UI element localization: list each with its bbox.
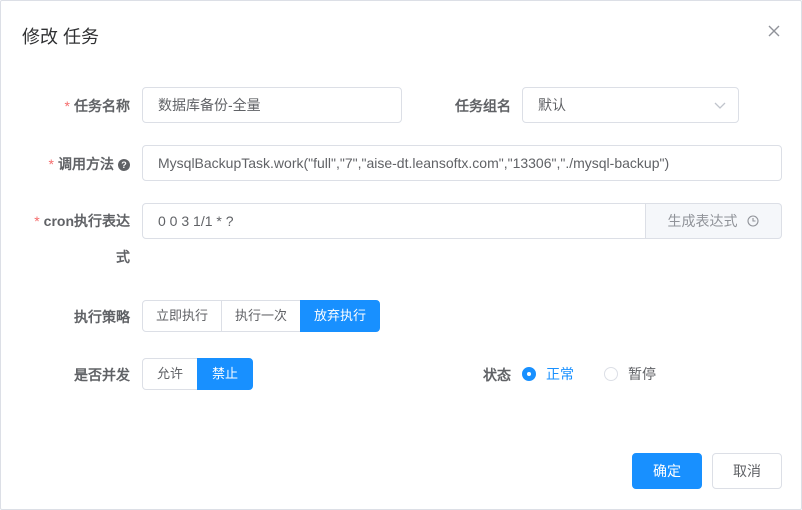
radio-circle <box>604 367 618 381</box>
dialog-title: 修改 任务 <box>22 27 100 47</box>
job-name-label-text: 任务名称 <box>74 98 130 114</box>
cron-label-line2: 式 <box>116 249 130 265</box>
concurrent-option-allow[interactable]: 允许 <box>142 358 198 390</box>
cancel-button[interactable]: 取消 <box>712 453 782 489</box>
cron-expression-input[interactable]: 0 0 3 1/1 * ? <box>142 203 646 239</box>
concurrent-label: 是否并发 <box>74 367 130 383</box>
misfire-policy-label: 执行策略 <box>74 309 130 325</box>
invoke-target-label-text: 调用方法 <box>58 156 114 172</box>
status-radio-normal[interactable]: 正常 <box>522 364 574 384</box>
concurrent-group: 允许 禁止 <box>142 358 253 390</box>
misfire-option-abandon[interactable]: 放弃执行 <box>300 300 380 332</box>
misfire-policy-group: 立即执行 执行一次 放弃执行 <box>142 300 380 332</box>
status-radio-paused-label: 暂停 <box>628 366 656 382</box>
invoke-target-input[interactable]: MysqlBackupTask.work("full","7","aise-dt… <box>142 145 782 181</box>
misfire-option-once[interactable]: 执行一次 <box>221 300 301 332</box>
confirm-button[interactable]: 确定 <box>632 453 702 489</box>
invoke-target-label: * 调用方法? <box>31 154 130 174</box>
job-group-label: 任务组名 <box>455 98 511 114</box>
status-label: 状态 <box>483 367 511 383</box>
cron-label: * cron执行表达 式 <box>21 212 130 266</box>
generate-expression-button[interactable]: 生成表达式 <box>646 203 782 239</box>
misfire-option-immediate[interactable]: 立即执行 <box>142 300 222 332</box>
status-radio-paused[interactable]: 暂停 <box>604 364 656 384</box>
radio-circle <box>522 367 536 381</box>
edit-job-dialog: 修改 任务 * 任务名称 数据库备份-全量 任务组名 默认 * 调用方法? Mysq… <box>0 0 802 510</box>
close-icon <box>768 25 780 37</box>
cron-label-line1: cron执行表达 <box>43 213 130 229</box>
job-name-input[interactable]: 数据库备份-全量 <box>142 87 402 123</box>
clock-icon <box>747 215 759 227</box>
job-name-label: * 任务名称 <box>41 96 130 116</box>
required-mark: * <box>48 156 54 172</box>
required-mark: * <box>64 98 70 114</box>
close-button[interactable] <box>764 21 784 41</box>
status-radio-normal-label: 正常 <box>546 366 574 382</box>
chevron-down-icon <box>714 102 726 109</box>
required-mark: * <box>34 213 40 229</box>
question-circle-icon[interactable]: ? <box>118 159 130 171</box>
concurrent-option-forbid[interactable]: 禁止 <box>197 358 253 390</box>
job-group-value: 默认 <box>538 97 566 113</box>
generate-expression-label: 生成表达式 <box>667 213 738 229</box>
job-group-select[interactable]: 默认 <box>522 87 739 123</box>
